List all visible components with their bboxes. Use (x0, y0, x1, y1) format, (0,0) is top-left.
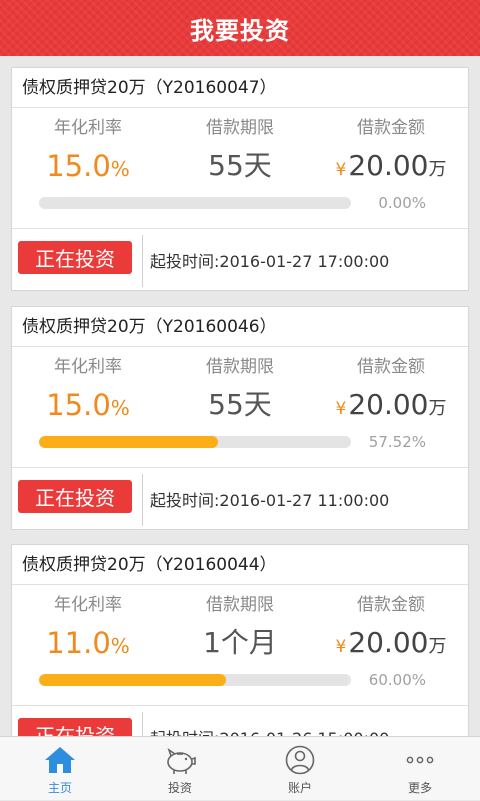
amount-value: 20.00 (348, 388, 429, 421)
term-label: 借款期限 (206, 357, 274, 377)
rate-label: 年化利率 (54, 118, 122, 138)
progress-fill (39, 674, 227, 686)
divider (142, 712, 143, 736)
rate-unit: % (110, 396, 130, 420)
tab-label: 投资 (167, 781, 192, 795)
invest-button[interactable]: 正在投资 (18, 241, 132, 274)
amount-unit: 万 (428, 398, 447, 419)
amount-column: 借款金额 ¥20.00万 (312, 108, 470, 184)
rate-unit: % (110, 634, 130, 658)
loan-title: 债权质押贷20万（Y20160047） (12, 68, 468, 108)
progress-bar (39, 197, 351, 209)
app-header: 我要投资 (0, 0, 480, 56)
rate-column: 年化利率 15.0% (12, 347, 164, 423)
amount-column: 借款金额 ¥20.00万 (312, 585, 470, 661)
amount-column: 借款金额 ¥20.00万 (312, 347, 470, 423)
loan-action-row: 正在投资 起投时间:2016-01-27 17:00:00 (12, 228, 468, 293)
term-value: 55天 (208, 388, 272, 421)
rate-column: 年化利率 11.0% (12, 585, 164, 661)
tab-invest[interactable]: 投资 (120, 737, 240, 801)
more-icon (406, 756, 434, 764)
amount-unit: 万 (428, 636, 447, 657)
user-icon (285, 745, 315, 775)
invest-button[interactable]: 正在投资 (18, 480, 132, 513)
currency-symbol: ¥ (335, 637, 347, 657)
bottom-tab-bar: 主页 投资 账户 更多 (0, 736, 480, 800)
divider (142, 474, 143, 526)
amount-label: 借款金额 (357, 357, 425, 377)
rate-value: 11.0 (46, 626, 111, 660)
tab-label: 账户 (287, 781, 312, 795)
tab-home[interactable]: 主页 (0, 737, 120, 801)
rate-value: 15.0 (46, 149, 111, 183)
term-value: 1个月 (203, 626, 277, 659)
term-column: 借款期限 1个月 (164, 585, 316, 661)
loan-title: 债权质押贷20万（Y20160044） (12, 545, 468, 585)
loan-card[interactable]: 债权质押贷20万（Y20160046） 年化利率 15.0% 借款期限 55天 … (11, 306, 469, 530)
loan-action-row: 正在投资 起投时间:2016-01-26 15:00:00 (12, 705, 468, 736)
start-time: 起投时间:2016-01-27 17:00:00 (150, 252, 390, 271)
progress-bar (39, 436, 351, 448)
amount-value: 20.00 (348, 149, 429, 182)
amount-value: 20.00 (348, 626, 429, 659)
loan-list[interactable]: 债权质押贷20万（Y20160047） 年化利率 15.0% 借款期限 55天 … (0, 56, 480, 736)
currency-symbol: ¥ (335, 160, 347, 180)
start-time: 起投时间:2016-01-26 15:00:00 (150, 725, 389, 736)
loan-card[interactable]: 债权质押贷20万（Y20160044） 年化利率 11.0% 借款期限 1个月 … (11, 544, 469, 736)
rate-column: 年化利率 15.0% (12, 108, 164, 184)
term-label: 借款期限 (206, 118, 274, 138)
piggy-bank-icon (167, 748, 196, 774)
tab-account[interactable]: 账户 (240, 737, 360, 801)
progress-fill (39, 436, 219, 448)
term-column: 借款期限 55天 (164, 108, 316, 184)
divider (142, 235, 143, 287)
term-label: 借款期限 (206, 595, 274, 615)
term-column: 借款期限 55天 (164, 347, 316, 423)
loan-title: 债权质押贷20万（Y20160046） (12, 307, 468, 347)
rate-label: 年化利率 (54, 357, 122, 377)
home-icon (45, 747, 75, 773)
progress-percent: 0.00% (378, 194, 426, 212)
invest-button[interactable]: 正在投资 (18, 718, 132, 736)
rate-value: 15.0 (46, 388, 111, 422)
tab-label: 主页 (47, 781, 72, 795)
amount-label: 借款金额 (357, 595, 425, 615)
rate-label: 年化利率 (54, 595, 122, 615)
amount-unit: 万 (428, 159, 447, 180)
loan-action-row: 正在投资 起投时间:2016-01-27 11:00:00 (12, 467, 468, 532)
progress-percent: 57.52% (368, 433, 426, 451)
progress-bar (39, 674, 351, 686)
amount-label: 借款金额 (357, 118, 425, 138)
loan-stats: 年化利率 15.0% 借款期限 55天 借款金额 ¥20.00万 0.00% (12, 108, 468, 228)
loan-stats: 年化利率 11.0% 借款期限 1个月 借款金额 ¥20.00万 60.00% (12, 585, 468, 705)
currency-symbol: ¥ (335, 399, 347, 419)
page-title: 我要投资 (190, 16, 290, 45)
tab-more[interactable]: 更多 (360, 737, 480, 801)
start-time: 起投时间:2016-01-27 11:00:00 (150, 491, 390, 510)
progress-percent: 60.00% (368, 671, 426, 689)
loan-card[interactable]: 债权质押贷20万（Y20160047） 年化利率 15.0% 借款期限 55天 … (11, 67, 469, 291)
tab-label: 更多 (407, 781, 432, 795)
term-value: 55天 (208, 149, 272, 182)
rate-unit: % (110, 157, 130, 181)
loan-stats: 年化利率 15.0% 借款期限 55天 借款金额 ¥20.00万 57.52% (12, 347, 468, 467)
